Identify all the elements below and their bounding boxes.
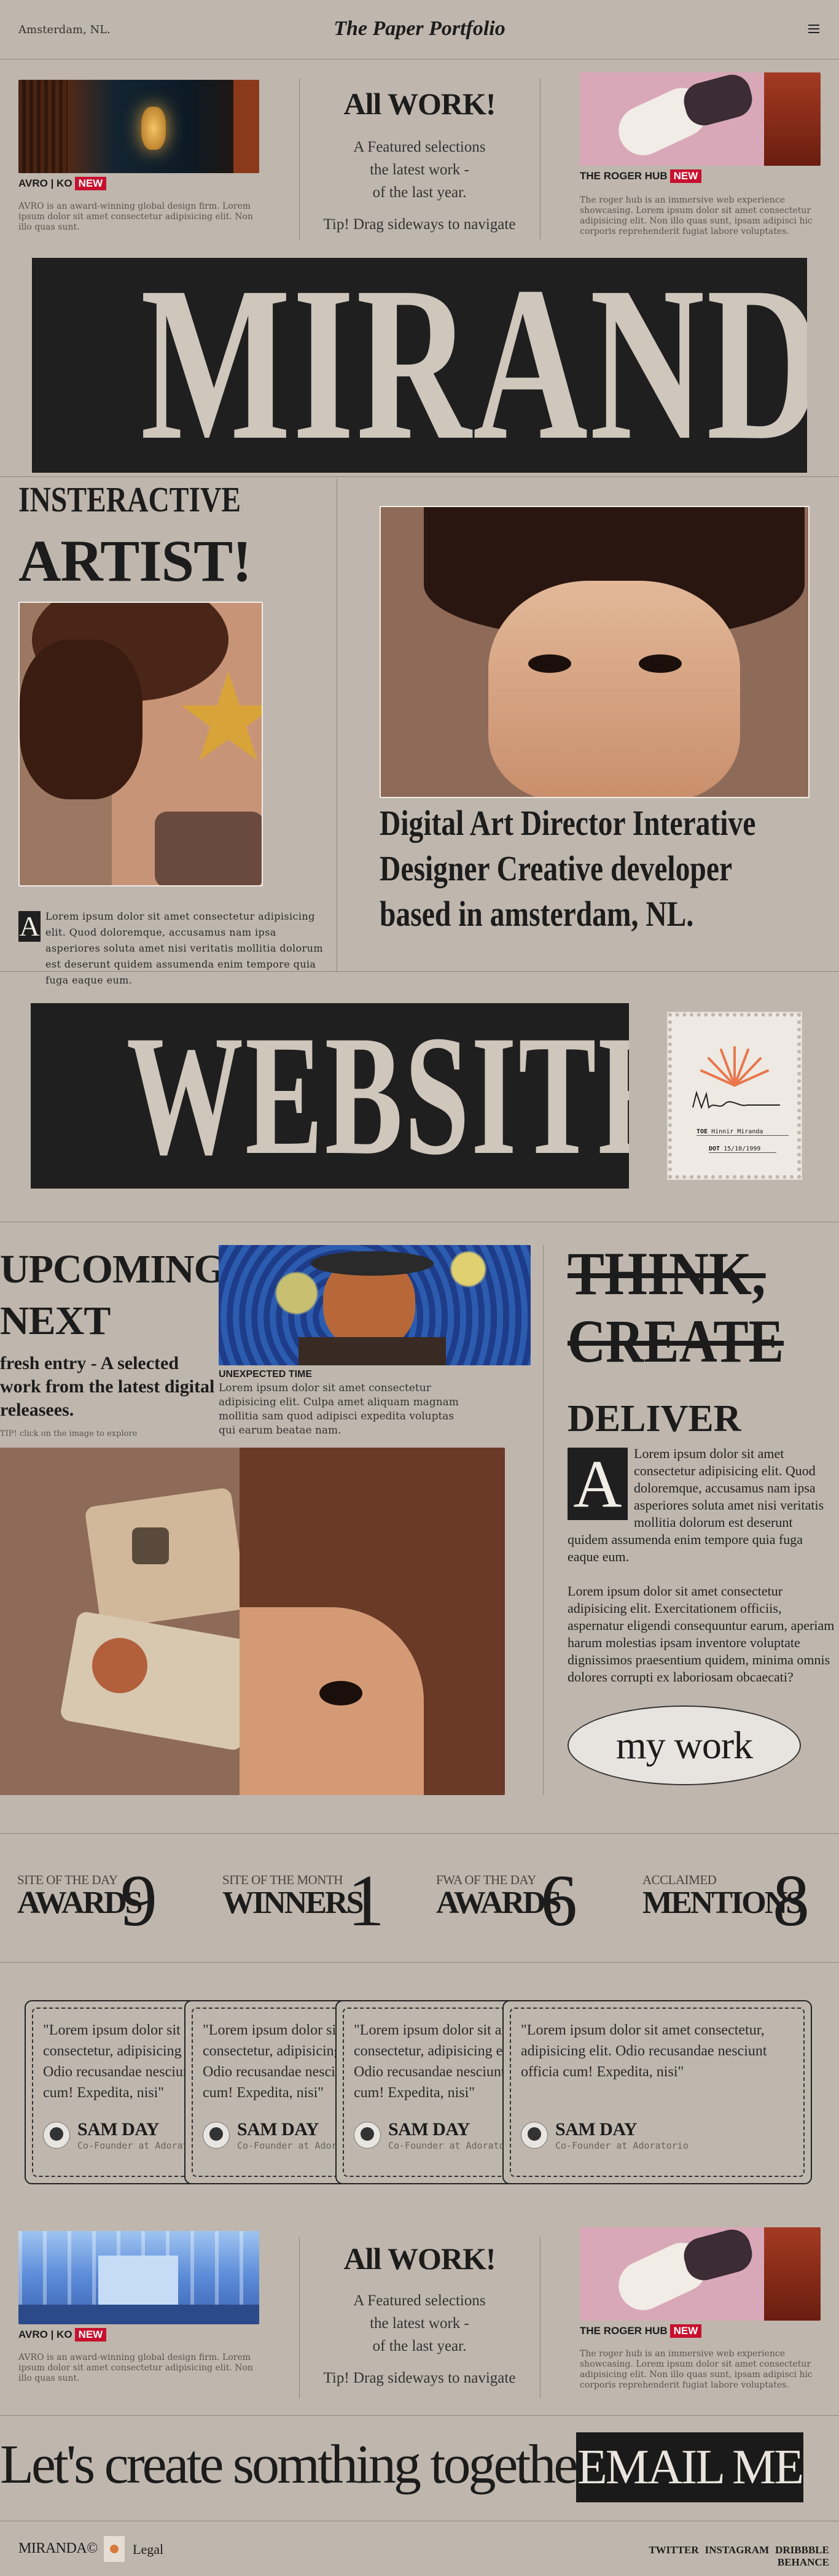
new-badge: NEW <box>669 169 702 183</box>
deliver-line: DELIVER <box>568 1398 741 1440</box>
award-2-title: WINNERS <box>222 1885 364 1920</box>
award-2-count: 1 <box>348 1860 384 1941</box>
site-brand[interactable]: The Paper Portfolio <box>0 17 839 41</box>
stamp-date-row: DOT 15/10/1999 <box>709 1146 776 1153</box>
testimonial-name: SAM DAY <box>555 2119 637 2140</box>
upcoming-subtitle: fresh entry - A selected work from the l… <box>0 1353 215 1420</box>
footer-legal-link[interactable]: Legal <box>133 2542 163 2558</box>
avro-ko-title[interactable]: AVRO | KO NEW <box>18 177 107 190</box>
upcoming-tip: TIP! click on the image to explore <box>0 1429 138 1438</box>
footer-social-links: TWITTER INSTAGRAM DRIBBBLE BEHANCE <box>590 2544 829 2569</box>
new-badge: NEW <box>74 177 107 190</box>
testimonial-name: SAM DAY <box>388 2119 470 2140</box>
my-work-button[interactable]: my work <box>568 1705 801 1785</box>
think-paragraph-2: Lorem ipsum dolor sit amet consectetur a… <box>568 1583 835 1685</box>
roger-hub-title[interactable]: THE ROGER HUB NEW <box>580 2324 702 2338</box>
signature-icon <box>692 1090 780 1110</box>
hero-tagline-1: Digital Art Director Interative <box>380 803 756 843</box>
testimonial-name: SAM DAY <box>77 2119 159 2140</box>
avro-ko-title[interactable]: AVRO | KO NEW <box>18 2328 107 2341</box>
hamburger-menu-icon[interactable] <box>808 25 819 33</box>
drag-tip: Tip! Drag sideways to navigate <box>323 216 516 233</box>
avatar <box>354 2122 381 2149</box>
sunburst-icon <box>700 1046 769 1087</box>
hero-kicker-interactive: INSTERACTIVE <box>18 479 241 519</box>
drag-tip: Tip! Drag sideways to navigate <box>323 2370 516 2386</box>
instagram-link[interactable]: INSTAGRAM <box>705 2544 770 2556</box>
avro-ko-thumbnail[interactable] <box>18 80 259 173</box>
testimonial-role: Co-Founder at Adoratorio <box>388 2140 521 2151</box>
roger-hub-thumbnail[interactable] <box>580 2227 821 2321</box>
twitter-link[interactable]: TWITTER <box>649 2544 698 2556</box>
hero-tagline-2: Designer Creative developer <box>380 848 733 888</box>
hero-kicker-artist: ARTIST! <box>18 528 252 594</box>
footer-logo-icon <box>103 2535 125 2562</box>
think-paragraph-1: Lorem ipsum dolor sit amet consectetur a… <box>568 1446 824 1564</box>
stamp-name-row: TOE Hinnir Miranda <box>697 1128 789 1136</box>
starry-night-thumbnail[interactable] <box>219 1245 531 1365</box>
featured-line-3: of the last year. <box>372 184 467 201</box>
all-work-title[interactable]: All WORK! <box>299 2241 540 2276</box>
avro-ko-description: AVRO is an award-winning global design f… <box>18 201 253 232</box>
award-1-count: 9 <box>120 1860 157 1941</box>
cta-text: Let's create somthing together <box>0 2434 594 2495</box>
roger-hub-title[interactable]: THE ROGER HUB NEW <box>580 169 702 183</box>
hero-tagline-3: based in amsterdam, NL. <box>380 894 694 934</box>
avro-ko-thumbnail[interactable] <box>18 2231 259 2324</box>
next-title: NEXT <box>0 1298 111 1343</box>
artist-portrait-face[interactable] <box>380 506 810 798</box>
featured-line-1: A Featured selections <box>353 139 486 155</box>
hero-name: MIRANDA <box>140 258 807 473</box>
award-3-count: 6 <box>540 1860 577 1941</box>
featured-line-3: of the last year. <box>372 2338 467 2354</box>
hero-dropcap: A <box>18 910 41 942</box>
featured-line-2: the latest work - <box>370 161 469 178</box>
artist-portrait-star[interactable]: ★ <box>18 602 263 886</box>
testimonial-card[interactable]: "Lorem ipsum dolor sit amet consectetur,… <box>502 2000 812 2184</box>
roger-hub-thumbnail[interactable] <box>580 72 821 166</box>
award-4-count: 8 <box>773 1860 810 1941</box>
roger-hub-description: The roger hub is an immersive web experi… <box>580 2349 813 2390</box>
new-badge: NEW <box>669 2324 702 2338</box>
avatar <box>521 2122 548 2149</box>
new-badge: NEW <box>74 2328 107 2341</box>
avro-ko-description: AVRO is an award-winning global design f… <box>18 2353 253 2383</box>
think-line: THINK, <box>568 1240 766 1308</box>
email-me-button[interactable]: EMAIL ME <box>576 2432 804 2502</box>
hero-name-banner: MIRANDA <box>32 258 807 473</box>
all-work-title[interactable]: All WORK! <box>299 86 540 122</box>
postage-stamp: TOE Hinnir Miranda DOT 15/10/1999 <box>667 1012 802 1180</box>
testimonial-role: Co-Founder at Adoratorio <box>555 2140 689 2151</box>
behance-link[interactable]: BEHANCE <box>778 2556 829 2568</box>
dribbble-link[interactable]: DRIBBBLE <box>775 2544 829 2556</box>
roger-hub-description: The roger hub is an immersive web experi… <box>580 195 813 236</box>
caption-title: UNEXPECTED TIME <box>219 1369 313 1379</box>
create-line: CREATE <box>568 1307 784 1375</box>
featured-line-2: the latest work - <box>370 2315 469 2332</box>
hero-paragraph: Lorem ipsum dolor sit amet consectetur a… <box>45 910 323 986</box>
upcoming-artwork[interactable] <box>0 1448 505 1795</box>
featured-line-1: A Featured selections <box>353 2292 486 2309</box>
avatar <box>43 2122 70 2149</box>
footer-brand: MIRANDA© <box>18 2540 98 2556</box>
upcoming-title: UPCOMING <box>0 1247 225 1292</box>
website-banner: WEBSITE <box>31 1003 629 1189</box>
testimonial-name: SAM DAY <box>237 2119 319 2140</box>
caption-text: Lorem ipsum dolor sit amet consectetur a… <box>219 1382 459 1437</box>
avatar <box>203 2122 230 2149</box>
website-word: WEBSITE <box>126 1003 629 1189</box>
testimonial-quote: "Lorem ipsum dolor sit amet consectetur,… <box>521 2022 767 2080</box>
